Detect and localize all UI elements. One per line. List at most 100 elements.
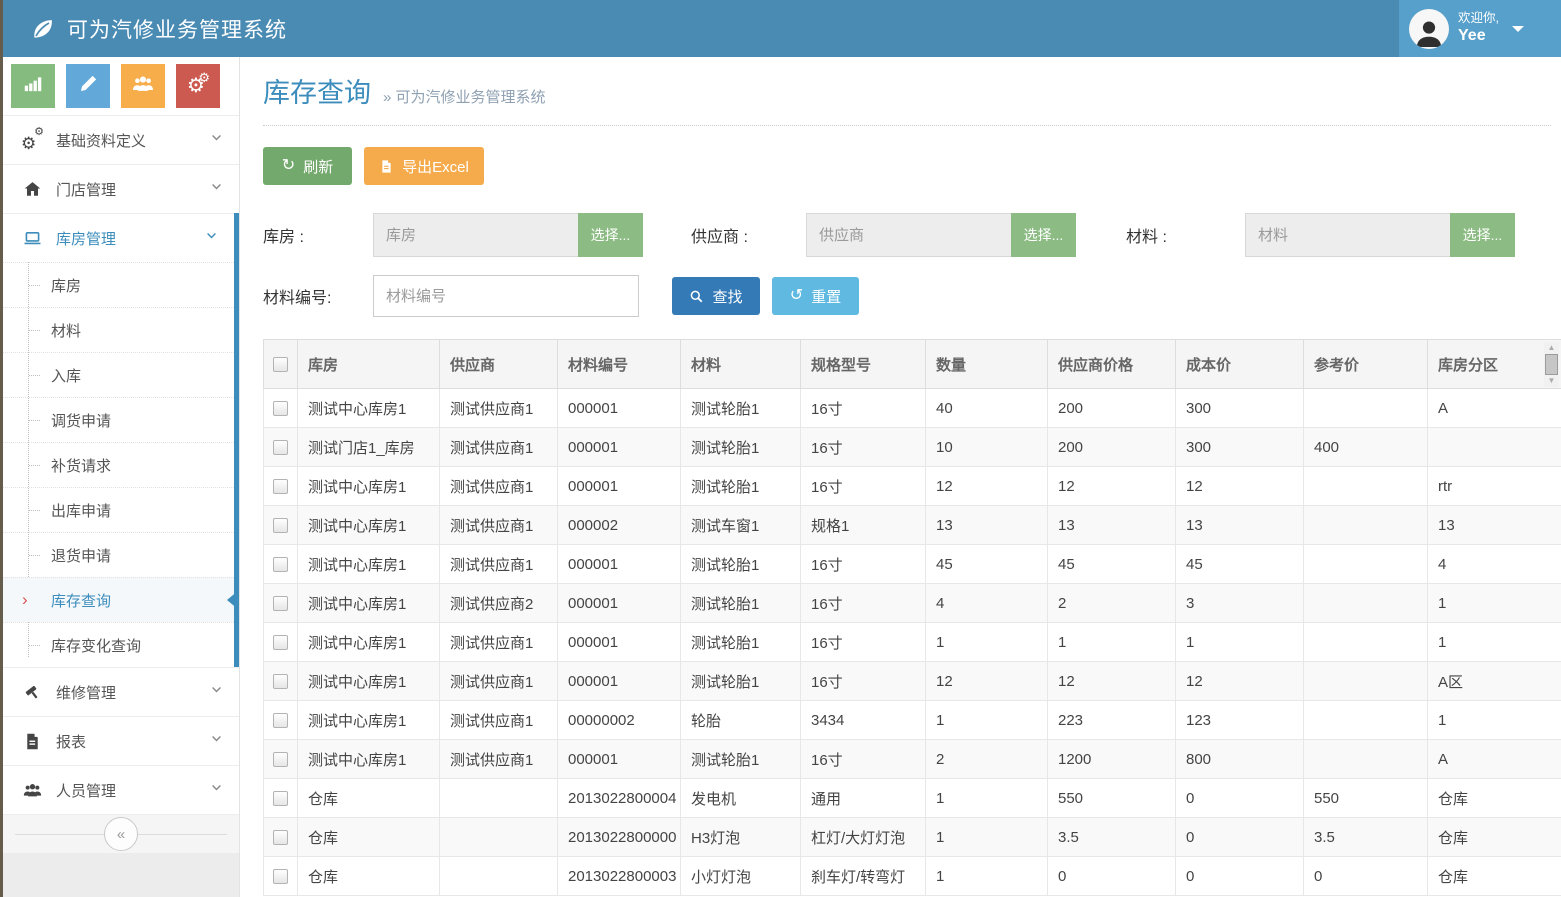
table-row[interactable]: 测试中心库房1测试供应商100000002轮胎343412231231 bbox=[264, 701, 1561, 740]
table-row[interactable]: 仓库2013022800000H3灯泡杠灯/大灯灯泡13.503.5仓库 bbox=[264, 818, 1561, 857]
row-checkbox[interactable] bbox=[273, 557, 288, 572]
sidebar-item-reports[interactable]: 报表 bbox=[3, 716, 239, 765]
sidebar-subitem-inventory-query[interactable]: ›库存查询 bbox=[3, 577, 234, 622]
column-header-warehouse_zone[interactable]: 库房分区▲▼ bbox=[1428, 340, 1561, 389]
table-row[interactable]: 测试中心库房1测试供应商1000001测试轮胎116寸1111 bbox=[264, 623, 1561, 662]
sidebar-subitem-material[interactable]: 材料 bbox=[3, 307, 234, 352]
material-code-input[interactable] bbox=[373, 275, 639, 317]
search-button-label: 查找 bbox=[712, 286, 742, 307]
table-scrollbar[interactable]: ▲▼ bbox=[1544, 342, 1559, 387]
cell-warehouse_zone: 仓库 bbox=[1428, 779, 1561, 818]
scroll-up-arrow-icon[interactable]: ▲ bbox=[1548, 344, 1556, 352]
sidebar-item-warehouse-management[interactable]: 库房管理 bbox=[3, 213, 234, 262]
row-checkbox[interactable] bbox=[273, 479, 288, 494]
warehouse-filter-label: 库房 : bbox=[263, 223, 373, 247]
row-checkbox[interactable] bbox=[273, 830, 288, 845]
supplier-filter-input[interactable] bbox=[806, 213, 1011, 257]
sidebar-subitem-transfer-request[interactable]: 调货申请 bbox=[3, 397, 234, 442]
cell-reference_price: 400 bbox=[1304, 428, 1428, 467]
row-checkbox[interactable] bbox=[273, 713, 288, 728]
row-checkbox[interactable] bbox=[273, 518, 288, 533]
cell-spec_model: 规格1 bbox=[801, 506, 926, 545]
sidebar-tile-stats[interactable] bbox=[11, 64, 55, 108]
table-row[interactable]: 测试门店1_库房测试供应商1000001测试轮胎116寸10200300400 bbox=[264, 428, 1561, 467]
sidebar-subitem-inbound[interactable]: 入库 bbox=[3, 352, 234, 397]
search-button[interactable]: 查找 bbox=[672, 277, 760, 315]
cell-cost_price: 300 bbox=[1176, 389, 1304, 428]
cell-cost_price: 45 bbox=[1176, 545, 1304, 584]
sidebar-tile-edit[interactable] bbox=[66, 64, 110, 108]
row-checkbox[interactable] bbox=[273, 596, 288, 611]
scroll-thumb[interactable] bbox=[1545, 354, 1558, 375]
column-header-reference_price[interactable]: 参考价 bbox=[1304, 340, 1428, 389]
table-row[interactable]: 仓库2013022800003小灯灯泡刹车灯/转弯灯1000仓库 bbox=[264, 857, 1561, 896]
row-checkbox[interactable] bbox=[273, 869, 288, 884]
sidebar-subitem-return-request[interactable]: 退货申请 bbox=[3, 532, 234, 577]
row-checkbox[interactable] bbox=[273, 401, 288, 416]
cell-material: 发电机 bbox=[681, 779, 801, 818]
material-select-button[interactable]: 选择... bbox=[1450, 213, 1515, 257]
refresh-button[interactable]: ↻ 刷新 bbox=[263, 147, 352, 185]
table-row[interactable]: 测试中心库房1测试供应商1000001测试轮胎116寸40200300A bbox=[264, 389, 1561, 428]
sidebar-tile-settings[interactable]: ⚙⚙ bbox=[176, 64, 220, 108]
table-row[interactable]: 测试中心库房1测试供应商1000001测试轮胎116寸121212rtr bbox=[264, 467, 1561, 506]
scroll-down-arrow-icon[interactable]: ▼ bbox=[1548, 377, 1556, 385]
warehouse-filter-input[interactable] bbox=[373, 213, 578, 257]
column-header-warehouse[interactable]: 库房 bbox=[298, 340, 440, 389]
cell-material: 小灯灯泡 bbox=[681, 857, 801, 896]
cell-supplier: 测试供应商1 bbox=[440, 467, 558, 506]
sidebar-collapse-button[interactable]: « bbox=[104, 817, 138, 851]
row-checkbox[interactable] bbox=[273, 440, 288, 455]
warehouse-select-button[interactable]: 选择... bbox=[578, 213, 643, 257]
table-row[interactable]: 仓库2013022800004发电机通用15500550仓库 bbox=[264, 779, 1561, 818]
submenu-warehouse-management: 库房材料入库调货申请补货请求出库申请退货申请›库存查询库存变化查询 bbox=[3, 262, 234, 667]
sidebar-tile-users[interactable] bbox=[121, 64, 165, 108]
sidebar-subitem-warehouse[interactable]: 库房 bbox=[3, 262, 234, 307]
reset-button[interactable]: ↺ 重置 bbox=[772, 277, 859, 315]
breadcrumb: » 可为汽修业务管理系统 bbox=[383, 86, 546, 107]
column-header-material[interactable]: 材料 bbox=[681, 340, 801, 389]
sidebar-item-base-data[interactable]: ⚙⚙基础资料定义 bbox=[3, 115, 239, 164]
column-header-label: 供应商 bbox=[450, 357, 495, 374]
cell-supplier_price: 0 bbox=[1048, 857, 1176, 896]
table-row[interactable]: 测试中心库房1测试供应商1000001测试轮胎116寸4545454 bbox=[264, 545, 1561, 584]
row-checkbox[interactable] bbox=[273, 674, 288, 689]
export-excel-button[interactable]: 导出Excel bbox=[364, 147, 484, 185]
cell-warehouse: 测试中心库房1 bbox=[298, 740, 440, 779]
table-row[interactable]: 测试中心库房1测试供应商2000001测试轮胎116寸4231 bbox=[264, 584, 1561, 623]
column-header-material_code[interactable]: 材料编号 bbox=[558, 340, 681, 389]
supplier-select-button[interactable]: 选择... bbox=[1011, 213, 1076, 257]
welcome-text: 欢迎你, bbox=[1458, 11, 1499, 27]
column-header-spec_model[interactable]: 规格型号 bbox=[801, 340, 926, 389]
column-header-supplier[interactable]: 供应商 bbox=[440, 340, 558, 389]
cell-warehouse: 测试中心库房1 bbox=[298, 389, 440, 428]
row-checkbox[interactable] bbox=[273, 752, 288, 767]
material-filter-input[interactable] bbox=[1245, 213, 1450, 257]
column-header-supplier_price[interactable]: 供应商价格 bbox=[1048, 340, 1176, 389]
sidebar-subitem-label: 材料 bbox=[51, 320, 81, 341]
sidebar-subitem-outbound-request[interactable]: 出库申请 bbox=[3, 487, 234, 532]
sidebar-item-store-management[interactable]: 门店管理 bbox=[3, 164, 239, 213]
sidebar-subitem-inventory-change-query[interactable]: 库存变化查询 bbox=[3, 622, 234, 667]
user-menu[interactable]: 欢迎你, Yee bbox=[1399, 0, 1561, 57]
refresh-icon: ↻ bbox=[282, 158, 295, 174]
cell-reference_price bbox=[1304, 545, 1428, 584]
cell-reference_price: 550 bbox=[1304, 779, 1428, 818]
row-checkbox[interactable] bbox=[273, 635, 288, 650]
cell-warehouse: 仓库 bbox=[298, 818, 440, 857]
cell-material_code: 2013022800004 bbox=[558, 779, 681, 818]
sidebar-item-staff-management[interactable]: 人员管理 bbox=[3, 765, 239, 814]
sidebar-subitem-replenish-request[interactable]: 补货请求 bbox=[3, 442, 234, 487]
select-all-checkbox[interactable] bbox=[273, 357, 288, 372]
sidebar-item-repair-management[interactable]: 维修管理 bbox=[3, 667, 239, 716]
chevron-down-icon bbox=[210, 131, 223, 149]
column-header-quantity[interactable]: 数量 bbox=[926, 340, 1048, 389]
table-row[interactable]: 测试中心库房1测试供应商1000002测试车窗1规格113131313 bbox=[264, 506, 1561, 545]
row-checkbox[interactable] bbox=[273, 791, 288, 806]
supplier-filter-label: 供应商 : bbox=[691, 223, 806, 247]
table-row[interactable]: 测试中心库房1测试供应商1000001测试轮胎116寸21200800A bbox=[264, 740, 1561, 779]
column-header-cost_price[interactable]: 成本价 bbox=[1176, 340, 1304, 389]
table-row[interactable]: 测试中心库房1测试供应商1000001测试轮胎116寸121212A区 bbox=[264, 662, 1561, 701]
cell-material: 测试轮胎1 bbox=[681, 662, 801, 701]
cell-cost_price: 300 bbox=[1176, 428, 1304, 467]
